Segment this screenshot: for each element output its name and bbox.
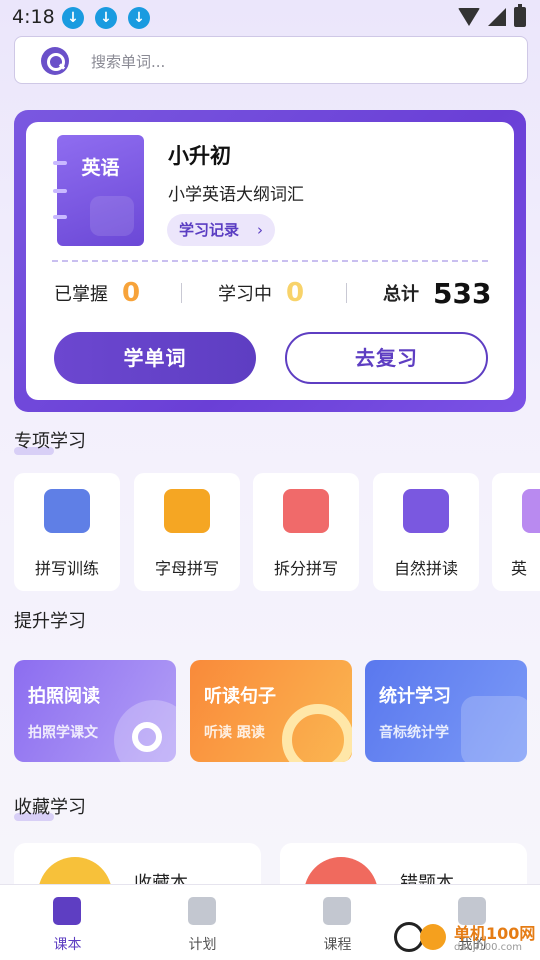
- nav-label: 课程: [323, 937, 352, 953]
- course-subtitle: 小学英语大纲词汇: [168, 185, 304, 205]
- tile-label: 自然拼读: [393, 559, 458, 578]
- photo-reading-card[interactable]: 拍照阅读 拍照学课文: [14, 660, 176, 762]
- learn-words-button[interactable]: 学单词: [54, 332, 256, 384]
- nav-textbook[interactable]: 课本: [0, 885, 135, 960]
- promo-title: 统计学习: [379, 686, 451, 707]
- tile-spelling[interactable]: 拼写训练: [14, 473, 120, 591]
- stat-mastered-value: 0: [122, 278, 141, 308]
- divider: [52, 260, 488, 262]
- status-time: 4:18: [12, 6, 55, 28]
- spelling-icon: [44, 489, 90, 533]
- headphones-icon: [282, 704, 352, 762]
- stat-learning-label: 学习中: [218, 284, 272, 305]
- stat-total-value: 533: [433, 276, 492, 310]
- book-ring-icon: [53, 215, 67, 219]
- review-button[interactable]: 去复习: [285, 332, 488, 384]
- stat-learning-value: 0: [286, 278, 305, 308]
- tile-label: 英: [510, 559, 527, 578]
- tile-label: 拆分拼写: [273, 559, 338, 578]
- nav-course[interactable]: 课程: [270, 885, 405, 960]
- plan-list-icon: [188, 897, 216, 925]
- stat-total: 总计 533: [383, 276, 492, 310]
- tile-phonics[interactable]: 自然拼读: [373, 473, 479, 591]
- special-tiles: 拼写训练 字母拼写 拆分拼写 自然拼读 英: [14, 473, 540, 591]
- statistics-card[interactable]: 统计学习 音标统计学: [365, 660, 527, 762]
- book-title: 英语: [81, 157, 120, 179]
- tile-label: 字母拼写: [154, 559, 219, 578]
- promo-title: 拍照阅读: [28, 686, 100, 707]
- promo-subtitle: 听读 跟读: [204, 725, 265, 741]
- course-title: 小升初: [168, 144, 231, 168]
- book-cover[interactable]: 英语: [53, 135, 144, 246]
- stat-separator: [181, 283, 182, 303]
- search-icon: [41, 47, 69, 75]
- listen-read-card[interactable]: 听读句子 听读 跟读: [190, 660, 352, 762]
- video-course-icon: [323, 897, 351, 925]
- stat-total-label: 总计: [383, 284, 419, 305]
- section-title-favorites-text: 收藏学习: [14, 797, 86, 818]
- search-placeholder: 搜索单词...: [91, 53, 166, 71]
- chevron-right-icon: ›: [257, 221, 263, 239]
- watermark-logo-icon: [420, 924, 446, 950]
- split-notebook-icon: [283, 489, 329, 533]
- tile-label: 拼写训练: [34, 559, 99, 578]
- section-title-favorites: 收藏学习: [14, 793, 86, 821]
- section-title-improve: 提升学习: [14, 607, 86, 633]
- camera-lens-icon: [132, 722, 162, 752]
- stat-mastered-label: 已掌握: [54, 284, 108, 305]
- star-box-icon: [403, 489, 449, 533]
- status-bar: 4:18 ↓ ↓ ↓: [0, 0, 540, 36]
- stat-learning: 学习中 0: [218, 278, 304, 308]
- download-icon: ↓: [95, 7, 117, 29]
- apple-card-icon: [164, 489, 210, 533]
- watermark-text: 单机100网: [454, 924, 536, 943]
- section-title-improve-text: 提升学习: [14, 611, 86, 632]
- watermark-url: danji100.com: [454, 942, 522, 953]
- promo-title: 听读句子: [204, 686, 276, 707]
- nav-label: 课本: [53, 937, 82, 953]
- tile-partial[interactable]: 英: [492, 473, 540, 591]
- stat-mastered: 已掌握 0: [54, 278, 140, 308]
- tile-letter-spelling[interactable]: 字母拼写: [134, 473, 240, 591]
- wifi-icon: [458, 8, 480, 26]
- section-title-special: 专项学习: [14, 427, 86, 455]
- book-decoration-icon: [90, 196, 134, 236]
- download-icon: ↓: [128, 7, 150, 29]
- study-record-button[interactable]: 学习记录 ›: [167, 214, 275, 246]
- stat-separator: [346, 283, 347, 303]
- book-ring-icon: [53, 189, 67, 193]
- nav-plan[interactable]: 计划: [135, 885, 270, 960]
- study-record-label: 学习记录: [179, 221, 240, 239]
- promo-subtitle: 音标统计学: [379, 725, 449, 741]
- signal-icon: [488, 8, 506, 26]
- search-input[interactable]: 搜索单词...: [14, 36, 528, 84]
- partial-icon: [522, 489, 540, 533]
- battery-icon: [514, 4, 526, 27]
- tile-split-spelling[interactable]: 拆分拼写: [253, 473, 359, 591]
- section-title-special-text: 专项学习: [14, 431, 86, 452]
- watermark: 单机100网 danji100.com: [394, 916, 540, 960]
- promo-subtitle: 拍照学课文: [28, 725, 98, 741]
- nav-label: 计划: [188, 937, 217, 953]
- system-icons: [458, 4, 526, 27]
- textbook-icon: [53, 897, 81, 925]
- pencil-icon: [461, 696, 527, 762]
- download-icon: ↓: [62, 7, 84, 29]
